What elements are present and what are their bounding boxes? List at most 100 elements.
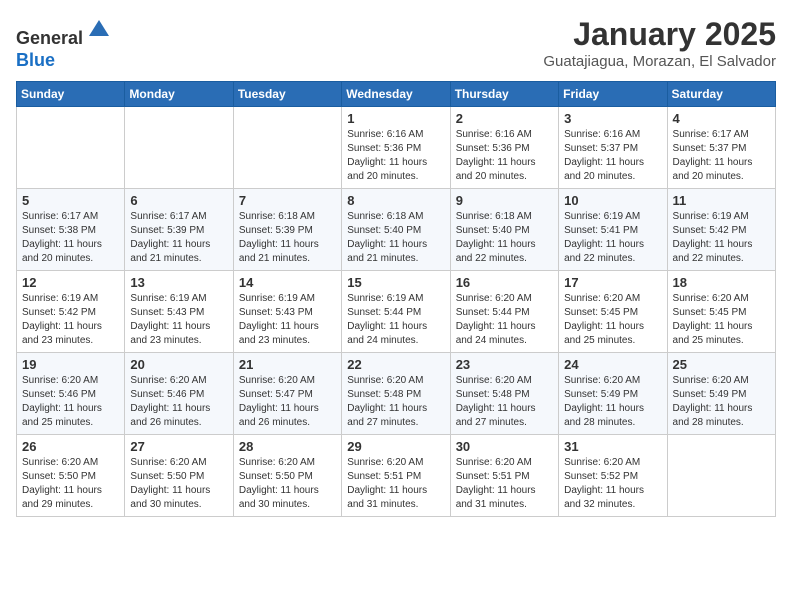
day-number: 13 (130, 275, 227, 290)
day-number: 14 (239, 275, 336, 290)
day-number: 17 (564, 275, 661, 290)
calendar-cell-w1d2: 7 Sunrise: 6:18 AM Sunset: 5:39 PM Daylig… (233, 189, 341, 271)
day-number: 30 (456, 439, 553, 454)
calendar-table: SundayMondayTuesdayWednesdayThursdayFrid… (16, 81, 776, 517)
calendar-cell-w1d6: 11Sunrise: 6:19 AM Sunset: 5:42 PM Dayli… (667, 189, 775, 271)
day-number: 1 (347, 111, 444, 126)
day-number: 25 (673, 357, 770, 372)
day-info: Sunrise: 6:20 AM Sunset: 5:50 PM Dayligh… (22, 456, 119, 512)
calendar-cell-w0d4: 2Sunrise: 6:16 AM Sunset: 5:36 PM Daylig… (450, 107, 558, 189)
calendar-cell-w2d2: 14 Sunrise: 6:19 AM Sunset: 5:43 PM Dayli… (233, 271, 341, 353)
calendar-cell-w1d4: 9 Sunrise: 6:18 AM Sunset: 5:40 PM Daylig… (450, 189, 558, 271)
day-info: Sunrise: 6:20 AM Sunset: 5:44 PM Dayligh… (456, 292, 553, 348)
day-number: 7 (239, 193, 336, 208)
title-block: January 2025 Guatajiagua, Morazan, El Sa… (543, 16, 776, 70)
day-info: Sunrise: 6:18 AM Sunset: 5:40 PM Dayligh… (456, 210, 553, 266)
weekday-header-sunday: Sunday (17, 82, 125, 107)
day-number: 26 (22, 439, 119, 454)
calendar-cell-w0d6: 4 Sunrise: 6:17 AM Sunset: 5:37 PM Daylig… (667, 107, 775, 189)
calendar-cell-w1d1: 6 Sunrise: 6:17 AM Sunset: 5:39 PM Daylig… (125, 189, 233, 271)
weekday-header-tuesday: Tuesday (233, 82, 341, 107)
day-info: Sunrise: 6:20 AM Sunset: 5:45 PM Dayligh… (564, 292, 661, 348)
calendar-cell-w4d6 (667, 435, 775, 517)
calendar-cell-w4d5: 31Sunrise: 6:20 AM Sunset: 5:52 PM Dayli… (559, 435, 667, 517)
calendar-cell-w2d4: 16 Sunrise: 6:20 AM Sunset: 5:44 PM Dayli… (450, 271, 558, 353)
weekday-header-saturday: Saturday (667, 82, 775, 107)
calendar-cell-w3d6: 25 Sunrise: 6:20 AM Sunset: 5:49 PM Dayli… (667, 353, 775, 435)
day-info: Sunrise: 6:20 AM Sunset: 5:52 PM Dayligh… (564, 456, 661, 512)
day-number: 3 (564, 111, 661, 126)
day-number: 6 (130, 193, 227, 208)
page-header: General Blue January 2025 Guatajiagua, M… (16, 16, 776, 71)
day-info: Sunrise: 6:16 AM Sunset: 5:37 PM Dayligh… (564, 128, 661, 184)
day-number: 29 (347, 439, 444, 454)
calendar-cell-w2d1: 13 Sunrise: 6:19 AM Sunset: 5:43 PM Dayli… (125, 271, 233, 353)
logo-blue: Blue (16, 50, 55, 70)
calendar-cell-w3d3: 22 Sunrise: 6:20 AM Sunset: 5:48 PM Dayli… (342, 353, 450, 435)
calendar-cell-w4d0: 26 Sunrise: 6:20 AM Sunset: 5:50 PM Dayli… (17, 435, 125, 517)
calendar-cell-w1d0: 5 Sunrise: 6:17 AM Sunset: 5:38 PM Daylig… (17, 189, 125, 271)
weekday-header-thursday: Thursday (450, 82, 558, 107)
day-info: Sunrise: 6:20 AM Sunset: 5:51 PM Dayligh… (347, 456, 444, 512)
day-number: 8 (347, 193, 444, 208)
calendar-cell-w4d3: 29 Sunrise: 6:20 AM Sunset: 5:51 PM Dayli… (342, 435, 450, 517)
day-number: 2 (456, 111, 553, 126)
day-info: Sunrise: 6:18 AM Sunset: 5:39 PM Dayligh… (239, 210, 336, 266)
day-info: Sunrise: 6:20 AM Sunset: 5:48 PM Dayligh… (347, 374, 444, 430)
day-number: 10 (564, 193, 661, 208)
day-number: 20 (130, 357, 227, 372)
day-info: Sunrise: 6:20 AM Sunset: 5:51 PM Dayligh… (456, 456, 553, 512)
weekday-header-wednesday: Wednesday (342, 82, 450, 107)
day-number: 23 (456, 357, 553, 372)
day-number: 11 (673, 193, 770, 208)
day-info: Sunrise: 6:19 AM Sunset: 5:41 PM Dayligh… (564, 210, 661, 266)
day-number: 16 (456, 275, 553, 290)
day-info: Sunrise: 6:17 AM Sunset: 5:39 PM Dayligh… (130, 210, 227, 266)
day-info: Sunrise: 6:20 AM Sunset: 5:45 PM Dayligh… (673, 292, 770, 348)
day-info: Sunrise: 6:20 AM Sunset: 5:49 PM Dayligh… (564, 374, 661, 430)
calendar-cell-w2d0: 12 Sunrise: 6:19 AM Sunset: 5:42 PM Dayli… (17, 271, 125, 353)
logo-icon (85, 16, 113, 44)
day-info: Sunrise: 6:20 AM Sunset: 5:48 PM Dayligh… (456, 374, 553, 430)
calendar-cell-w0d2 (233, 107, 341, 189)
calendar-cell-w0d5: 3 Sunrise: 6:16 AM Sunset: 5:37 PM Daylig… (559, 107, 667, 189)
day-info: Sunrise: 6:19 AM Sunset: 5:43 PM Dayligh… (239, 292, 336, 348)
day-number: 15 (347, 275, 444, 290)
location-title: Guatajiagua, Morazan, El Salvador (543, 53, 776, 70)
day-number: 27 (130, 439, 227, 454)
calendar-cell-w2d6: 18 Sunrise: 6:20 AM Sunset: 5:45 PM Dayli… (667, 271, 775, 353)
day-number: 19 (22, 357, 119, 372)
calendar-cell-w3d1: 20 Sunrise: 6:20 AM Sunset: 5:46 PM Dayli… (125, 353, 233, 435)
day-info: Sunrise: 6:19 AM Sunset: 5:44 PM Dayligh… (347, 292, 444, 348)
day-info: Sunrise: 6:17 AM Sunset: 5:38 PM Dayligh… (22, 210, 119, 266)
day-number: 18 (673, 275, 770, 290)
day-number: 24 (564, 357, 661, 372)
weekday-header-monday: Monday (125, 82, 233, 107)
day-info: Sunrise: 6:20 AM Sunset: 5:46 PM Dayligh… (22, 374, 119, 430)
calendar-cell-w3d4: 23 Sunrise: 6:20 AM Sunset: 5:48 PM Dayli… (450, 353, 558, 435)
calendar-cell-w0d0 (17, 107, 125, 189)
day-number: 12 (22, 275, 119, 290)
day-number: 5 (22, 193, 119, 208)
day-info: Sunrise: 6:16 AM Sunset: 5:36 PM Dayligh… (347, 128, 444, 184)
day-number: 4 (673, 111, 770, 126)
day-info: Sunrise: 6:19 AM Sunset: 5:43 PM Dayligh… (130, 292, 227, 348)
day-info: Sunrise: 6:20 AM Sunset: 5:49 PM Dayligh… (673, 374, 770, 430)
calendar-cell-w2d5: 17 Sunrise: 6:20 AM Sunset: 5:45 PM Dayli… (559, 271, 667, 353)
calendar-cell-w4d2: 28 Sunrise: 6:20 AM Sunset: 5:50 PM Dayli… (233, 435, 341, 517)
day-number: 22 (347, 357, 444, 372)
day-info: Sunrise: 6:19 AM Sunset: 5:42 PM Dayligh… (22, 292, 119, 348)
day-number: 28 (239, 439, 336, 454)
day-number: 9 (456, 193, 553, 208)
day-info: Sunrise: 6:20 AM Sunset: 5:47 PM Dayligh… (239, 374, 336, 430)
calendar-cell-w0d1 (125, 107, 233, 189)
calendar-cell-w1d5: 10 Sunrise: 6:19 AM Sunset: 5:41 PM Dayli… (559, 189, 667, 271)
day-info: Sunrise: 6:20 AM Sunset: 5:50 PM Dayligh… (239, 456, 336, 512)
month-title: January 2025 (543, 16, 776, 53)
day-info: Sunrise: 6:20 AM Sunset: 5:46 PM Dayligh… (130, 374, 227, 430)
day-info: Sunrise: 6:20 AM Sunset: 5:50 PM Dayligh… (130, 456, 227, 512)
day-info: Sunrise: 6:18 AM Sunset: 5:40 PM Dayligh… (347, 210, 444, 266)
day-info: Sunrise: 6:17 AM Sunset: 5:37 PM Dayligh… (673, 128, 770, 184)
calendar-cell-w4d4: 30 Sunrise: 6:20 AM Sunset: 5:51 PM Dayli… (450, 435, 558, 517)
logo: General Blue (16, 16, 113, 71)
